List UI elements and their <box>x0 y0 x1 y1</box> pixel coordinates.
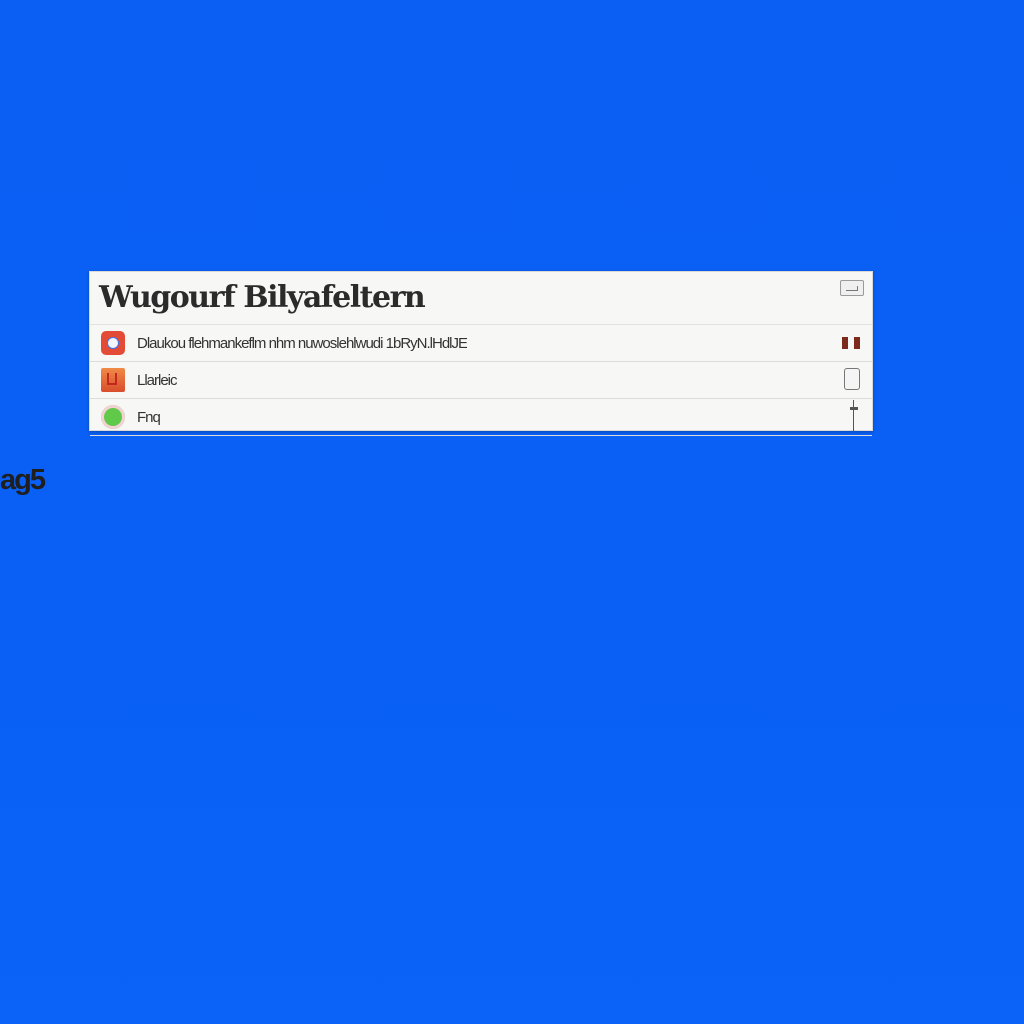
app-list-window: Wugourf Bilyafeltern Dlaukou flehmankefl… <box>89 271 873 436</box>
pause-control[interactable] <box>842 337 860 349</box>
list-item[interactable]: Dlaukou flehmankeflm nhm nuwoslehlwudi 1… <box>90 325 872 362</box>
window-title: Wugourf Bilyafeltern <box>99 280 426 315</box>
chrome-icon <box>101 331 125 355</box>
list-item[interactable]: Fnq <box>90 399 872 436</box>
green-circle-icon <box>101 405 125 429</box>
list-item-label: Fnq <box>137 409 160 426</box>
window-button-icon[interactable] <box>840 280 864 296</box>
window-header: Wugourf Bilyafeltern <box>90 272 872 325</box>
list-item[interactable]: Llarleic <box>90 362 872 399</box>
desktop-label: ag5 <box>0 464 46 496</box>
toggle-control[interactable] <box>844 368 860 390</box>
files-icon <box>101 368 125 392</box>
slider-control[interactable] <box>848 400 860 434</box>
list-item-label: Dlaukou flehmankeflm nhm nuwoslehlwudi 1… <box>137 335 468 352</box>
desktop-background: Wugourf Bilyafeltern Dlaukou flehmankefl… <box>0 0 1024 1024</box>
list-item-label: Llarleic <box>137 372 177 389</box>
